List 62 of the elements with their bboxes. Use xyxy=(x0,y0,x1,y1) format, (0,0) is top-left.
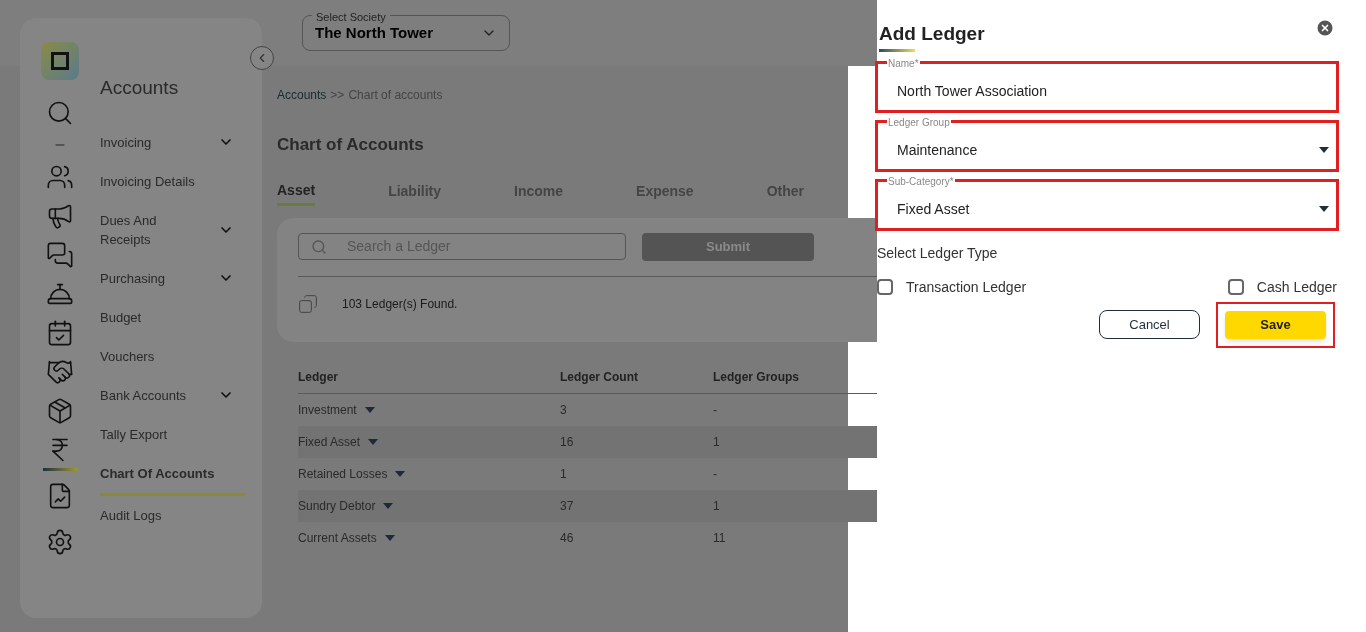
nav-item[interactable]: Budget xyxy=(100,297,246,337)
megaphone-icon[interactable] xyxy=(46,202,74,230)
nav-item[interactable]: Purchasing xyxy=(100,258,246,298)
table-cell-text: Retained Losses xyxy=(298,465,388,483)
nav-item[interactable]: Tally Export xyxy=(100,414,246,454)
calendar-icon[interactable] xyxy=(46,319,74,347)
page-title: Chart of Accounts xyxy=(277,134,425,156)
nav-item[interactable]: Dues And Receipts xyxy=(100,200,246,259)
collapse-button[interactable] xyxy=(250,46,274,70)
close-icon[interactable] xyxy=(1315,18,1335,38)
tab[interactable]: Asset xyxy=(277,179,316,206)
search-icon xyxy=(311,238,327,255)
table-cell-text: 11 xyxy=(713,529,726,547)
table-cell-text: Current Assets xyxy=(298,529,377,547)
caret-icon xyxy=(383,502,394,509)
table-cell-text: - xyxy=(713,401,717,419)
table-cell-text: 1 xyxy=(713,497,720,515)
column-header: Ledger xyxy=(298,369,339,386)
caret-icon xyxy=(1319,147,1329,153)
cancel-button[interactable]: Cancel xyxy=(1099,310,1200,339)
nav-item[interactable]: Invoicing Details xyxy=(100,161,246,201)
table-cell-text: 1 xyxy=(560,465,567,483)
table-cell-text: 1 xyxy=(713,433,720,451)
table-cell-text: Investment xyxy=(298,401,357,419)
app-logo xyxy=(41,42,79,80)
table-cell-text: - xyxy=(713,465,717,483)
copy-icon xyxy=(298,293,318,314)
breadcrumb-link[interactable]: Accounts xyxy=(277,86,327,104)
save-button[interactable]: Save xyxy=(1225,310,1326,339)
settings-icon[interactable] xyxy=(46,528,74,556)
search-icon[interactable] xyxy=(46,99,74,127)
column-header: Ledger Groups xyxy=(713,369,800,386)
checkbox-label: Transaction Ledger xyxy=(906,277,1027,297)
nav-item[interactable]: Vouchers xyxy=(100,336,246,376)
nav-item[interactable]: Audit Logs xyxy=(100,495,246,535)
table-cell-text: Sundry Debtor xyxy=(298,497,376,515)
result-count: 103 Ledger(s) Found. xyxy=(342,295,458,313)
chat-icon[interactable] xyxy=(46,241,74,269)
caret-icon xyxy=(368,438,379,445)
table-cell-text: 46 xyxy=(560,529,574,547)
nav-item[interactable]: Bank Accounts xyxy=(100,375,246,415)
caret-icon xyxy=(1319,206,1329,212)
checkbox-label: Cash Ledger xyxy=(1256,277,1337,297)
caret-icon xyxy=(384,534,395,541)
table-cell-text: Fixed Asset xyxy=(298,433,361,451)
breadcrumb-text: >> xyxy=(330,87,345,104)
table-cell-text: 3 xyxy=(560,401,567,419)
section-title: Accounts xyxy=(100,76,180,100)
caret-icon xyxy=(364,406,375,413)
table-cell-text: 37 xyxy=(560,497,574,515)
users-icon[interactable] xyxy=(46,163,74,191)
checkbox[interactable] xyxy=(1227,279,1244,295)
section-label: Select Ledger Type xyxy=(877,243,999,263)
box-icon[interactable] xyxy=(46,397,74,425)
caret-icon xyxy=(395,470,406,477)
checkbox[interactable] xyxy=(877,279,893,295)
dialog-title: Add Ledger xyxy=(878,22,985,46)
nav-item[interactable]: Invoicing xyxy=(100,122,246,162)
table-cell-text: 16 xyxy=(560,433,574,451)
nav-item[interactable]: Chart Of Accounts xyxy=(100,453,246,496)
column-header: Ledger Count xyxy=(560,369,639,386)
handshake-icon[interactable] xyxy=(46,358,74,386)
